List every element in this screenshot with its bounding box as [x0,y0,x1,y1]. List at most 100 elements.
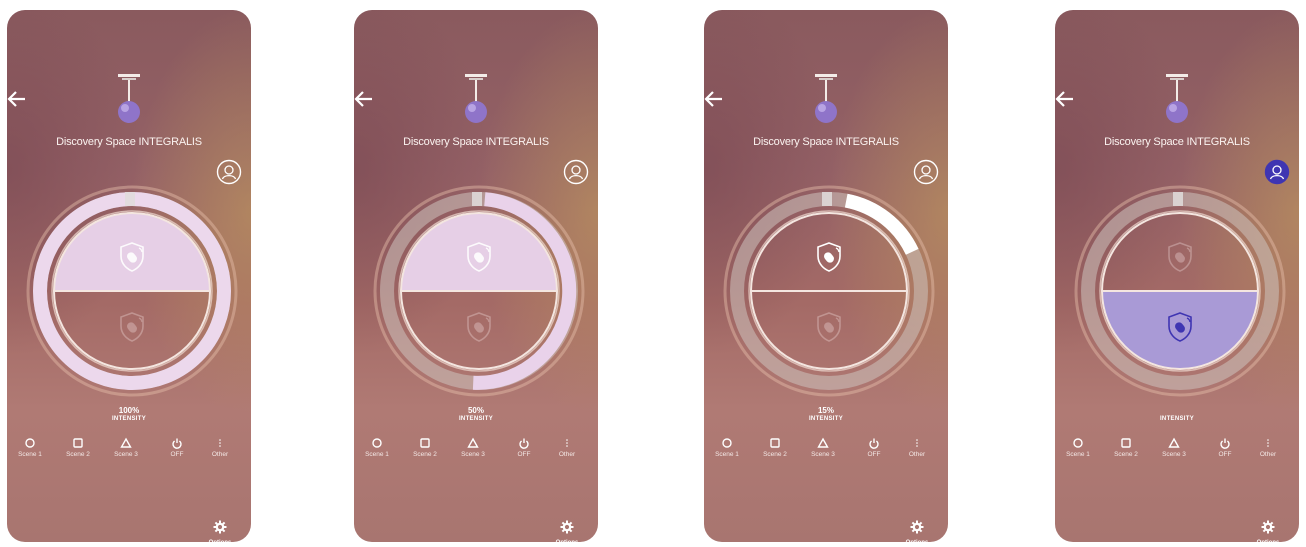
triangle-icon [1154,436,1194,450]
scene-button[interactable]: Scene 2 [405,436,445,458]
options-label: Options [203,540,237,542]
square-icon [755,436,795,450]
device-title: Discovery Space INTEGRALIS [1104,136,1250,148]
scene-button[interactable]: Other [547,436,587,458]
options-button[interactable]: Options [1251,520,1285,542]
scene-label: OFF [1218,451,1232,458]
intensity-label: INTENSITY [111,416,147,422]
more-icon [200,436,240,450]
options-button[interactable]: Options [550,520,584,542]
scene-button[interactable]: Scene 3 [1154,436,1194,458]
intensity-percent: 15% [817,406,834,415]
scene-button[interactable]: Scene 3 [803,436,843,458]
power-icon [157,436,197,450]
gear-icon [560,520,574,534]
scene-button[interactable]: Scene 1 [10,436,50,458]
scene-label: Other [558,451,576,458]
dial-start-marker [1173,192,1183,206]
scene-button[interactable]: Scene 1 [707,436,747,458]
scene-label: Scene 2 [413,451,437,458]
square-icon [1106,436,1146,450]
intensity-dial[interactable] [1069,180,1291,402]
intensity-dial[interactable] [21,180,243,402]
options-button[interactable]: Options [203,520,237,542]
intensity-percent: 50% [467,406,484,415]
triangle-icon [803,436,843,450]
back-arrow-icon[interactable] [354,88,378,110]
device-title: Discovery Space INTEGRALIS [753,136,899,148]
scene-bar: Scene 1 Scene 2 Scene 3 OFF Other [7,436,251,466]
gear-icon [213,520,227,534]
scene-button[interactable]: Scene 1 [357,436,397,458]
scene-button[interactable]: Other [200,436,240,458]
scene-button[interactable]: OFF [157,436,197,458]
power-icon [1205,436,1245,450]
scene-label: Scene 3 [461,451,485,458]
scene-label: OFF [867,451,881,458]
scene-label: Scene 3 [811,451,835,458]
power-icon [504,436,544,450]
scene-button[interactable]: Scene 3 [106,436,146,458]
scene-button[interactable]: Other [1248,436,1288,458]
scene-label: Other [1259,451,1277,458]
intensity-label: INTENSITY [808,416,844,422]
circle-icon [10,436,50,450]
dial-start-marker [822,192,832,206]
scene-label: Scene 2 [1114,451,1138,458]
power-icon [854,436,894,450]
back-arrow-icon[interactable] [1055,88,1079,110]
intensity-dial[interactable] [368,180,590,402]
scene-button[interactable]: Other [897,436,937,458]
scene-label: Scene 1 [365,451,389,458]
scene-button[interactable]: OFF [504,436,544,458]
circle-icon [1058,436,1098,450]
intensity-label: INTENSITY [458,416,494,422]
lamp-icon [1166,74,1188,123]
device-title: Discovery Space INTEGRALIS [403,136,549,148]
square-icon [405,436,445,450]
more-icon [897,436,937,450]
more-icon [1248,436,1288,450]
scene-label: Scene 1 [18,451,42,458]
intensity-dial[interactable] [718,180,940,402]
dial-start-marker [472,192,482,206]
scene-button[interactable]: Scene 2 [1106,436,1146,458]
scene-label: Scene 2 [763,451,787,458]
scene-label: Scene 3 [1162,451,1186,458]
scene-label: Scene 2 [66,451,90,458]
back-arrow-icon[interactable] [704,88,728,110]
dial-start-marker [125,192,135,206]
phone-screen: Discovery Space INTEGRALIS 15% INTENSITY… [704,10,948,542]
intensity-percent: 100% [118,406,140,415]
gear-icon [910,520,924,534]
options-label: Options [900,540,934,542]
gear-icon [1261,520,1275,534]
scene-button[interactable]: OFF [854,436,894,458]
scene-label: Scene 1 [1066,451,1090,458]
intensity-label: INTENSITY [1159,416,1195,422]
lamp-icon [815,74,837,123]
scene-button[interactable]: Scene 2 [755,436,795,458]
scene-label: Scene 3 [114,451,138,458]
more-icon [547,436,587,450]
scene-label: Scene 1 [715,451,739,458]
scene-button[interactable]: Scene 3 [453,436,493,458]
scene-label: OFF [170,451,184,458]
scene-label: Other [211,451,229,458]
options-label: Options [550,540,584,542]
triangle-icon [106,436,146,450]
scene-bar: Scene 1 Scene 2 Scene 3 OFF Other [354,436,598,466]
device-title: Discovery Space INTEGRALIS [56,136,202,148]
scene-button[interactable]: Scene 2 [58,436,98,458]
circle-icon [707,436,747,450]
phone-screen: Discovery Space INTEGRALIS 50% INTENSITY… [354,10,598,542]
lamp-icon [465,74,487,123]
square-icon [58,436,98,450]
back-arrow-icon[interactable] [7,88,31,110]
scene-button[interactable]: Scene 1 [1058,436,1098,458]
lamp-icon [118,74,140,123]
scene-button[interactable]: OFF [1205,436,1245,458]
circle-icon [357,436,397,450]
phone-screen: Discovery Space INTEGRALIS INTENSITY Sce… [1055,10,1299,542]
options-button[interactable]: Options [900,520,934,542]
